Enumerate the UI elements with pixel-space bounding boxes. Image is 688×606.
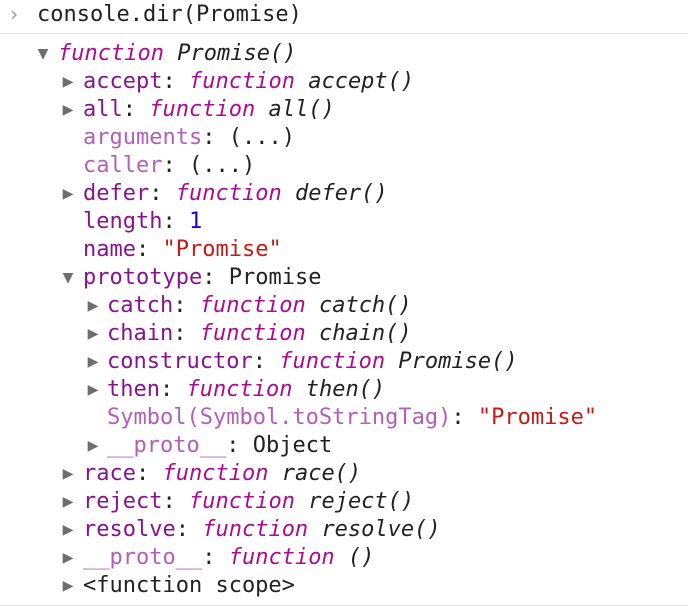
property-key: all	[83, 97, 123, 122]
property-value: all()	[268, 97, 335, 122]
tree-item-resolve[interactable]: ▶ resolve: function resolve()	[0, 516, 688, 544]
function-keyword: function	[162, 461, 269, 486]
function-keyword: function	[202, 517, 309, 542]
tree-item-reject[interactable]: ▶ reject: function reject()	[0, 488, 688, 516]
function-scope-label: <function scope>	[83, 573, 295, 598]
property-value: Promise()	[398, 349, 518, 374]
property-value: ()	[347, 545, 375, 570]
function-keyword: function	[175, 181, 282, 206]
property-key: catch	[107, 293, 174, 318]
collapsed-triangle-icon[interactable]: ▶	[61, 180, 75, 208]
collapsed-triangle-icon[interactable]: ▶	[86, 432, 100, 460]
property-key: resolve	[83, 517, 176, 542]
expanded-triangle-icon[interactable]: ▼	[61, 264, 75, 292]
property-value: resolve()	[321, 517, 441, 542]
root-function-name: Promise()	[177, 41, 297, 66]
function-keyword: function	[279, 349, 386, 374]
collapsed-triangle-icon[interactable]: ▶	[61, 572, 75, 600]
function-keyword: function	[149, 97, 256, 122]
property-key: chain	[107, 321, 174, 346]
property-value: (...)	[188, 153, 256, 178]
property-value: Object	[252, 433, 333, 458]
property-key: constructor	[107, 349, 253, 374]
collapsed-triangle-icon[interactable]: ▶	[61, 96, 75, 124]
tree-item-prototype[interactable]: ▼ prototype: Promise	[0, 264, 688, 292]
function-keyword: function	[228, 545, 335, 570]
tree-item-constructor[interactable]: ▶ constructor: function Promise()	[0, 348, 688, 376]
collapsed-triangle-icon[interactable]: ▶	[61, 460, 75, 488]
tree-item-defer[interactable]: ▶ defer: function defer()	[0, 180, 688, 208]
property-key: then	[107, 377, 160, 402]
property-key: reject	[83, 489, 163, 514]
prompt-chevron-icon: ›	[8, 2, 21, 26]
property-key: name	[83, 237, 136, 262]
property-value: 1	[188, 209, 203, 234]
property-key: Symbol(Symbol.toStringTag)	[107, 405, 452, 430]
tree-root[interactable]: ▼ function Promise()	[0, 40, 688, 68]
property-value: race()	[281, 461, 362, 486]
tree-item-chain[interactable]: ▶ chain: function chain()	[0, 320, 688, 348]
function-keyword: function	[199, 293, 306, 318]
tree-item-then[interactable]: ▶ then: function then()	[0, 376, 688, 404]
property-key: defer	[83, 181, 150, 206]
property-value: Promise	[228, 265, 322, 290]
console-command: console.dir(Promise)	[37, 2, 302, 27]
tree-item-caller[interactable]: caller: (...)	[0, 152, 688, 180]
property-key: prototype	[83, 265, 203, 290]
property-key: length	[83, 209, 163, 234]
property-value: reject()	[308, 489, 415, 514]
property-value: defer()	[294, 181, 388, 206]
property-value: (...)	[228, 125, 295, 150]
collapsed-triangle-icon[interactable]: ▶	[61, 516, 75, 544]
function-keyword: function	[188, 69, 295, 94]
property-key: caller	[83, 153, 163, 178]
tree-item-arguments[interactable]: arguments: (...)	[0, 124, 688, 152]
tree-item-all[interactable]: ▶ all: function all()	[0, 96, 688, 124]
tree-item-length: length: 1	[83, 209, 203, 234]
collapsed-triangle-icon[interactable]: ▶	[86, 348, 100, 376]
function-keyword: function	[188, 489, 295, 514]
property-key: race	[83, 461, 136, 486]
tree-item-catch[interactable]: ▶ catch: function catch()	[0, 292, 688, 320]
collapsed-triangle-icon[interactable]: ▶	[86, 376, 100, 404]
tree-item-race[interactable]: ▶ race: function race()	[0, 460, 688, 488]
console-input-row[interactable]: › console.dir(Promise)	[0, 0, 688, 34]
tree-item-prototype-proto[interactable]: ▶ __proto__: Object	[0, 432, 688, 460]
property-key: arguments	[83, 125, 203, 150]
function-keyword: function	[58, 41, 164, 66]
expanded-triangle-icon[interactable]: ▼	[36, 40, 50, 68]
collapsed-triangle-icon[interactable]: ▶	[61, 488, 75, 516]
property-key: __proto__	[83, 545, 203, 570]
property-value: chain()	[318, 321, 412, 346]
property-value: "Promise"	[477, 405, 598, 430]
function-keyword: function	[199, 321, 306, 346]
collapsed-triangle-icon[interactable]: ▶	[61, 68, 75, 96]
collapsed-triangle-icon[interactable]: ▶	[86, 320, 100, 348]
tree-item-accept[interactable]: ▶ accept: function accept()	[0, 68, 688, 96]
function-keyword: function	[186, 377, 293, 402]
property-value: then()	[305, 377, 386, 402]
tree-item-symbol-tostringtag: Symbol(Symbol.toStringTag): "Promise"	[107, 405, 598, 430]
property-key: __proto__	[107, 433, 227, 458]
tree-item-name: name: "Promise"	[83, 237, 282, 262]
tree-item-function-scope[interactable]: ▶ <function scope>	[0, 572, 688, 600]
object-tree: ▼ function Promise() ▶ accept: function …	[0, 40, 688, 600]
collapsed-triangle-icon[interactable]: ▶	[61, 544, 75, 572]
property-value: catch()	[318, 293, 412, 318]
property-value: "Promise"	[162, 237, 282, 262]
tree-item-proto[interactable]: ▶ __proto__: function ()	[0, 544, 688, 572]
property-value: accept()	[308, 69, 415, 94]
collapsed-triangle-icon[interactable]: ▶	[86, 292, 100, 320]
property-key: accept	[83, 69, 163, 94]
